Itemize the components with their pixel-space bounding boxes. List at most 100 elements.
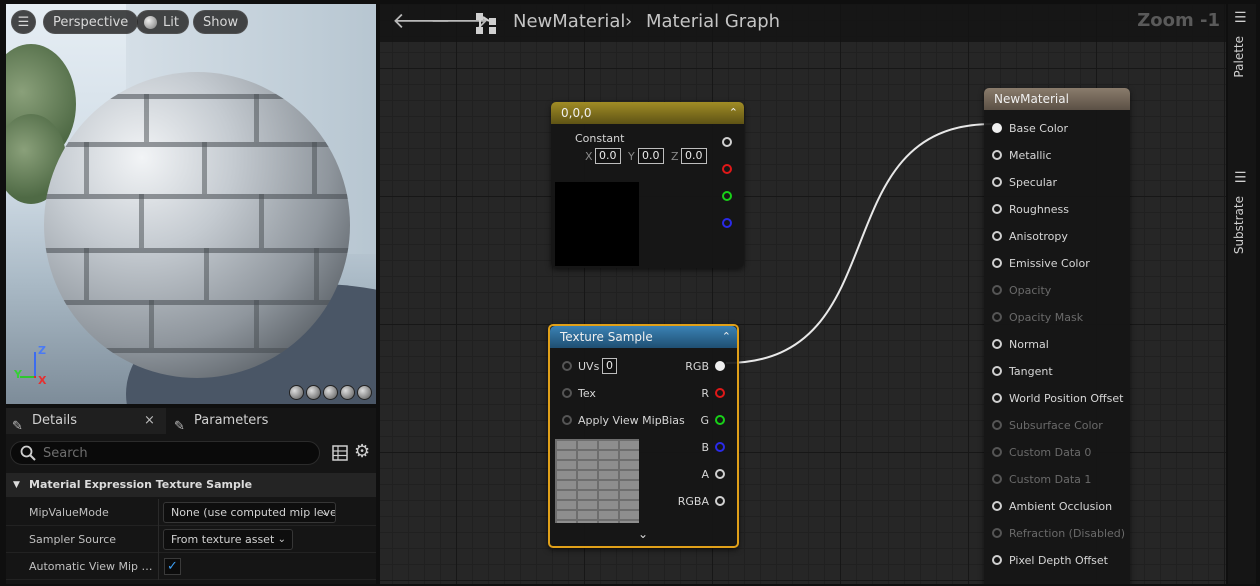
property-label: MipValueMode [29, 506, 109, 519]
output-pin-rgb[interactable] [715, 361, 725, 371]
input-pin-uvs[interactable] [562, 361, 572, 371]
tab-details[interactable]: ✎ Details × [6, 408, 166, 434]
material-output-node[interactable]: NewMaterial Base Color Metallic Specular Ro… [984, 88, 1130, 584]
substrate-tab[interactable]: Substrate [1232, 196, 1246, 254]
settings-gear-icon[interactable]: ⚙ [354, 441, 370, 462]
zoom-level: Zoom -1 [1137, 10, 1220, 31]
search-icon [20, 445, 36, 461]
material-input-label: Subsurface Color [1009, 419, 1103, 432]
material-input-label: Metallic [1009, 149, 1052, 162]
graph-hierarchy-icon[interactable] [475, 12, 499, 36]
material-input-pin[interactable] [992, 150, 1002, 160]
output-pin-g[interactable] [715, 415, 725, 425]
output-pin-rgba[interactable] [715, 496, 725, 506]
material-input-pin[interactable] [992, 447, 1002, 457]
perspective-button[interactable]: Perspective [43, 10, 139, 34]
collapse-caret-icon[interactable]: ⌃ [722, 326, 731, 348]
plane-shape-icon[interactable] [323, 385, 338, 400]
y-value-field[interactable]: 0.0 [638, 148, 664, 164]
material-input-pin[interactable] [992, 501, 1002, 511]
constant-node-title-bar[interactable]: 0,0,0 ⌃ [551, 102, 744, 124]
x-value-field[interactable]: 0.0 [595, 148, 621, 164]
sampler-source-dropdown[interactable]: From texture asset ⌄ [163, 529, 293, 550]
output-pin-red[interactable] [722, 164, 732, 174]
axis-gizmo: Z Y X [14, 344, 54, 387]
output-pin-a[interactable] [715, 469, 725, 479]
material-input-pin[interactable] [992, 528, 1002, 538]
palette-tab[interactable]: Palette [1232, 36, 1246, 78]
uvs-value-field[interactable]: 0 [602, 358, 617, 374]
axis-x-label: X [38, 374, 47, 387]
viewport-menu-button[interactable]: ☰ [11, 10, 36, 34]
automatic-view-mip-bias-checkbox[interactable]: ✓ [164, 558, 181, 575]
material-input-label: Anisotropy [1009, 230, 1068, 243]
constant-node[interactable]: 0,0,0 ⌃ Constant X 0.0 Y 0.0 Z 0.0 [551, 102, 744, 268]
graph-breadcrumb-bar: 🡐 🡒 NewMaterial › Material Graph Zoom -1 [380, 4, 1226, 42]
z-value-field[interactable]: 0.0 [681, 148, 707, 164]
material-input-pin[interactable] [992, 204, 1002, 214]
property-row-automatic-view-mip-bias: Automatic View Mip Bias ✓ [6, 553, 376, 580]
substrate-list-icon[interactable]: ☰ [1234, 170, 1247, 186]
material-input-pin[interactable] [992, 312, 1002, 322]
material-input-pin[interactable] [992, 285, 1002, 295]
rgba-output-label: RGBA [677, 495, 709, 508]
material-input-pin[interactable] [992, 366, 1002, 376]
tab-parameters[interactable]: ✎ Parameters [168, 408, 368, 434]
mip-value-mode-dropdown[interactable]: None (use computed mip level) ⌄ [163, 502, 336, 523]
material-input-label: Specular [1009, 176, 1058, 189]
x-axis-label: X [585, 150, 593, 163]
texture-preview-thumbnail [555, 439, 639, 523]
y-axis-label: Y [628, 150, 635, 163]
expand-chevron-icon[interactable]: ⌄ [638, 527, 648, 541]
material-input-pin[interactable] [992, 231, 1002, 241]
material-input-pin[interactable] [992, 393, 1002, 403]
sphere-shape-icon[interactable] [306, 385, 321, 400]
input-pin-apply-view-mipbias[interactable] [562, 415, 572, 425]
output-pin-green[interactable] [722, 191, 732, 201]
cube-shape-icon[interactable] [340, 385, 355, 400]
material-node-title-bar[interactable]: NewMaterial [984, 88, 1130, 110]
constant-preview-swatch [555, 182, 639, 266]
section-header-texture-sample[interactable]: ▼ Material Expression Texture Sample [6, 473, 376, 497]
material-preview-viewport[interactable]: ☰ Perspective Lit Show Z Y X [6, 4, 376, 404]
material-input-pin[interactable] [992, 123, 1002, 133]
breadcrumb-graph[interactable]: Material Graph [646, 11, 780, 32]
texture-sample-node[interactable]: Texture Sample ⌃ UVs 0 Tex Apply View Mi… [548, 324, 739, 548]
z-axis-label: Z [671, 150, 679, 163]
material-graph-canvas[interactable]: 🡐 🡒 NewMaterial › Material Graph Zoom -1… [380, 4, 1226, 584]
lit-mode-button[interactable]: Lit [136, 10, 189, 34]
output-pin-r[interactable] [715, 388, 725, 398]
material-input-pin[interactable] [992, 339, 1002, 349]
material-input-pin[interactable] [992, 555, 1002, 565]
material-input-pin[interactable] [992, 258, 1002, 268]
close-tab-icon[interactable]: × [144, 408, 155, 434]
material-input-label: Custom Data 1 [1009, 473, 1092, 486]
g-output-label: G [700, 414, 709, 427]
rgb-output-label: RGB [685, 360, 709, 373]
property-row-sampler-source: Sampler Source From texture asset ⌄ [6, 526, 376, 553]
collapse-caret-icon[interactable]: ⌃ [729, 102, 738, 124]
checkmark-icon: ✓ [167, 559, 178, 574]
node-title: NewMaterial [994, 92, 1069, 106]
palette-list-icon[interactable]: ☰ [1234, 10, 1247, 26]
search-input[interactable] [43, 445, 303, 462]
output-pin-blue[interactable] [722, 218, 732, 228]
breadcrumb-asset[interactable]: NewMaterial [513, 11, 625, 32]
material-input-pin[interactable] [992, 177, 1002, 187]
cylinder-shape-icon[interactable] [289, 385, 304, 400]
show-button[interactable]: Show [193, 10, 249, 34]
texture-sample-title-bar[interactable]: Texture Sample ⌃ [550, 326, 737, 348]
output-pin[interactable] [722, 137, 732, 147]
output-pin-b[interactable] [715, 442, 725, 452]
material-input-pin[interactable] [992, 420, 1002, 430]
details-search[interactable] [10, 441, 320, 465]
tab-parameters-label: Parameters [194, 413, 269, 428]
material-input-label: Roughness [1009, 203, 1070, 216]
material-input-label: Normal [1009, 338, 1049, 351]
material-input-pin[interactable] [992, 474, 1002, 484]
table-view-icon[interactable] [332, 445, 348, 461]
material-input-label: Pixel Depth Offset [1009, 554, 1108, 567]
teapot-shape-icon[interactable] [357, 385, 372, 400]
collapse-triangle-icon: ▼ [13, 480, 20, 490]
input-pin-tex[interactable] [562, 388, 572, 398]
